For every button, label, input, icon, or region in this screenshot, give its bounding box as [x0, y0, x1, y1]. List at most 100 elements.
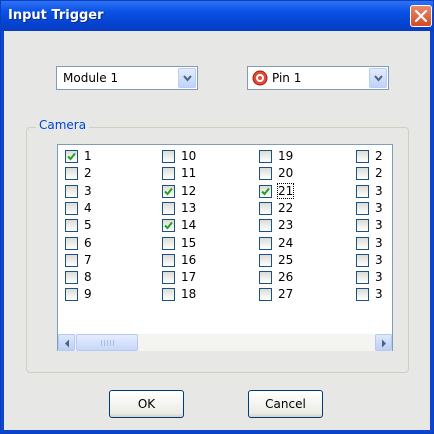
scroll-right-button[interactable]	[375, 334, 392, 351]
checkbox[interactable]	[65, 150, 78, 163]
cancel-button[interactable]: Cancel	[248, 390, 323, 418]
checkbox[interactable]	[65, 288, 78, 302]
pin-alarm-icon	[252, 70, 268, 86]
checkbox[interactable]	[65, 201, 78, 215]
camera-checkbox-label: 3	[375, 235, 383, 250]
camera-checkbox-label: 10	[181, 149, 197, 163]
camera-checkbox-label: 14	[181, 218, 197, 233]
checkmark-icon	[164, 222, 173, 230]
chevron-right-icon	[382, 339, 386, 348]
checkbox[interactable]	[356, 253, 369, 267]
camera-checkbox-label: 11	[181, 166, 197, 181]
checkbox[interactable]	[259, 236, 272, 250]
window-title: Input Trigger	[8, 8, 104, 23]
camera-checkbox-label: 25	[278, 252, 294, 267]
title-bar[interactable]: Input Trigger	[1, 1, 433, 31]
checkbox[interactable]	[65, 184, 78, 198]
checkbox[interactable]	[259, 288, 272, 302]
camera-checkbox-label: 20	[278, 166, 294, 181]
checkbox[interactable]	[259, 201, 272, 215]
camera-checklist[interactable]: 1 2 3 4 5 6 7 8 9 10 11 12 13 14 15 16 17 18 19 20 21 22 23 24 2…	[57, 144, 393, 351]
camera-checkbox-label: 5	[84, 218, 92, 233]
camera-checkbox-label: 3	[375, 287, 383, 302]
checkbox[interactable]	[162, 150, 175, 163]
checkbox[interactable]	[356, 167, 369, 181]
window-border-left	[1, 31, 4, 433]
checkbox[interactable]	[162, 201, 175, 215]
window-border-bottom	[1, 430, 433, 433]
module-select-value: Module 1	[63, 71, 119, 85]
camera-checkbox-label: 23	[278, 218, 294, 233]
camera-checkbox-label: 8	[84, 270, 92, 285]
checkbox[interactable]	[162, 219, 175, 233]
camera-checkbox-label: 2	[375, 149, 383, 163]
checkbox[interactable]	[259, 219, 272, 233]
camera-checkbox-label: 15	[181, 235, 197, 250]
scroll-left-button[interactable]	[58, 334, 75, 351]
camera-checkbox-label: 3	[84, 183, 92, 198]
pin-dropdown-button[interactable]	[369, 68, 387, 88]
camera-checkbox-label: 27	[278, 287, 294, 302]
checkbox[interactable]	[356, 150, 369, 163]
camera-checkbox-label: 17	[181, 270, 197, 285]
chevron-left-icon	[65, 339, 69, 348]
checkbox[interactable]	[162, 236, 175, 250]
camera-checkbox-label: 9	[84, 287, 92, 302]
checkbox[interactable]	[162, 253, 175, 267]
chevron-down-icon	[374, 75, 383, 82]
checkbox[interactable]	[65, 253, 78, 267]
checkbox[interactable]	[356, 184, 369, 198]
checkbox[interactable]	[356, 271, 369, 285]
checkbox[interactable]	[162, 288, 175, 302]
pin-select[interactable]: Pin 1	[247, 66, 389, 90]
checkbox[interactable]	[162, 167, 175, 181]
window-border-right	[430, 31, 433, 433]
camera-checkbox-label: 4	[84, 200, 92, 215]
camera-checkbox-label: 16	[181, 252, 197, 267]
checkbox[interactable]	[259, 253, 272, 267]
checkbox[interactable]	[356, 236, 369, 250]
pin-select-value: Pin 1	[272, 71, 302, 85]
checkmark-icon	[261, 187, 270, 196]
checkbox[interactable]	[259, 271, 272, 285]
checkbox[interactable]	[356, 201, 369, 215]
camera-checkbox-label: 13	[181, 200, 197, 215]
checkbox[interactable]	[65, 219, 78, 233]
camera-checkbox-label: 2	[375, 166, 383, 181]
input-trigger-dialog: Input Trigger Module 1 Pin 1 Camera 1 2 …	[0, 0, 434, 434]
camera-checkbox-label: 18	[181, 287, 197, 302]
camera-checkbox-label: 1	[84, 149, 92, 163]
camera-group-label: Camera	[36, 118, 90, 132]
camera-checkbox-label: 12	[181, 183, 197, 198]
close-button[interactable]	[410, 5, 432, 27]
camera-checkbox-label: 3	[375, 252, 383, 267]
checkbox[interactable]	[259, 150, 272, 163]
checkbox[interactable]	[65, 167, 78, 181]
camera-checkbox-label: 26	[278, 270, 294, 285]
camera-checkbox-label: 3	[375, 270, 383, 285]
checkbox[interactable]	[65, 271, 78, 285]
camera-checkbox-label: 3	[375, 183, 383, 198]
close-icon	[415, 10, 427, 22]
module-dropdown-button[interactable]	[178, 68, 196, 88]
camera-checkbox-label: 3	[375, 218, 383, 233]
scroll-thumb[interactable]	[76, 334, 138, 351]
camera-checkbox-label: 7	[84, 252, 92, 267]
module-select[interactable]: Module 1	[56, 66, 198, 90]
camera-checkbox-label: 3	[375, 200, 383, 215]
camera-checkbox-label: 2	[84, 166, 92, 181]
checkbox[interactable]	[356, 219, 369, 233]
chevron-down-icon	[183, 75, 192, 82]
camera-checkbox-label: 22	[278, 200, 294, 215]
camera-checkbox-label: 6	[84, 235, 92, 250]
checkmark-icon	[164, 187, 173, 196]
checkbox[interactable]	[356, 288, 369, 302]
horizontal-scrollbar[interactable]	[58, 334, 392, 351]
checkbox[interactable]	[162, 184, 175, 198]
checkbox[interactable]	[162, 271, 175, 285]
checkbox[interactable]	[259, 167, 272, 181]
checkbox[interactable]	[259, 184, 272, 198]
checkmark-icon	[67, 152, 76, 161]
checkbox[interactable]	[65, 236, 78, 250]
ok-button[interactable]: OK	[109, 390, 184, 418]
